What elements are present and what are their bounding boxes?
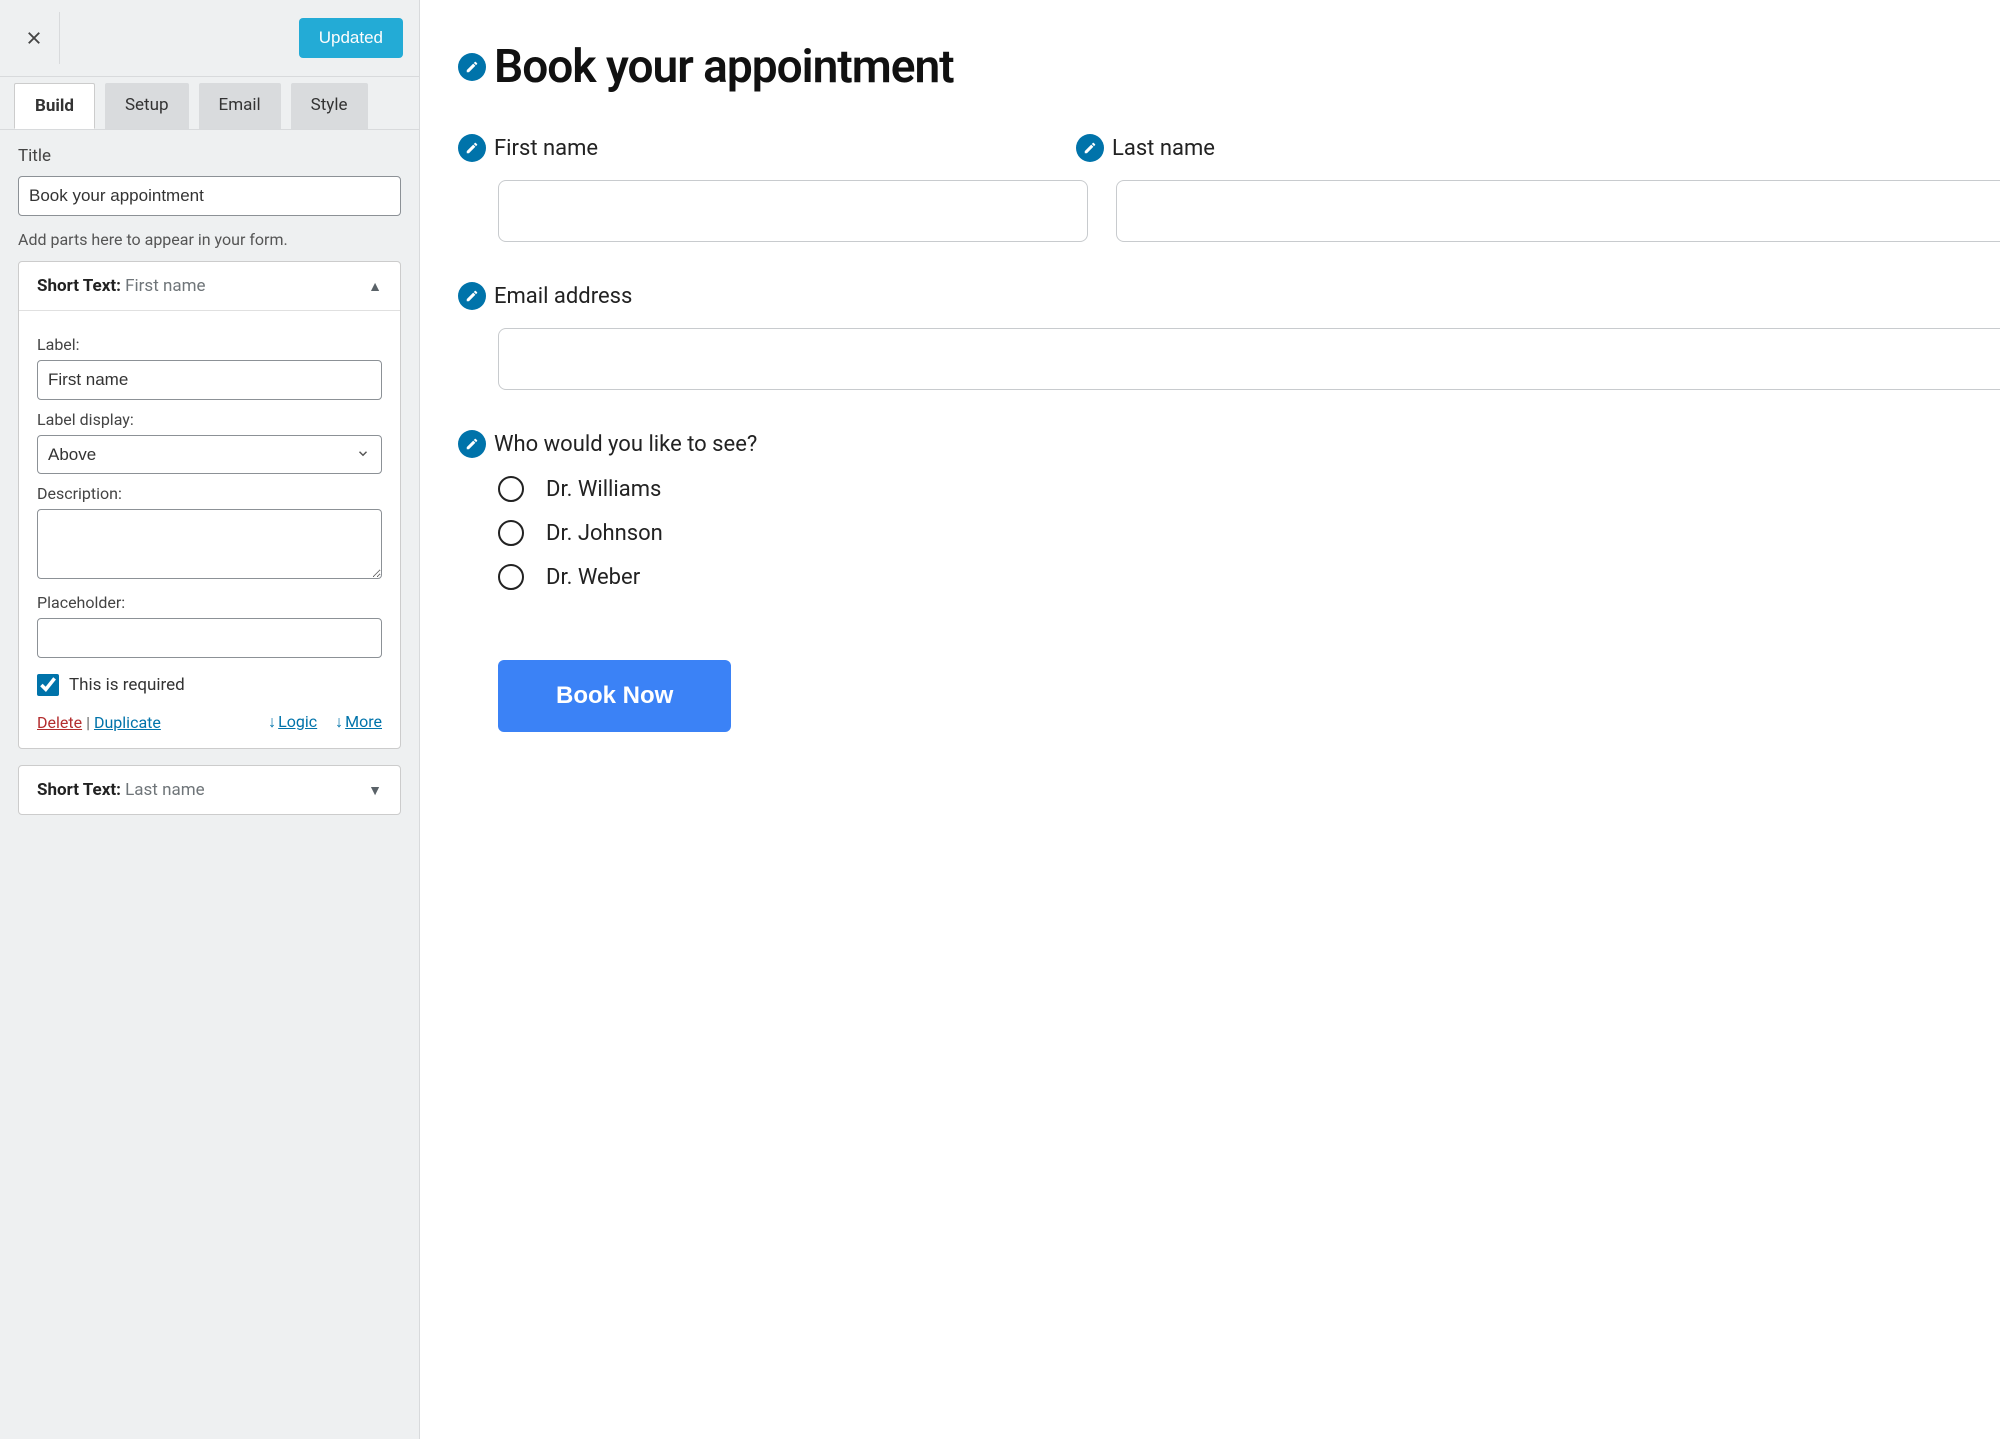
description-textarea[interactable] (37, 509, 382, 579)
label-display-label: Label display: (37, 410, 382, 429)
logic-link[interactable]: ↓Logic (268, 712, 317, 731)
radio-icon (498, 564, 524, 590)
radio-option[interactable]: Dr. Williams (498, 476, 2000, 502)
radio-option-label: Dr. Weber (546, 565, 640, 590)
radio-icon (498, 520, 524, 546)
pencil-icon (465, 437, 479, 451)
first-name-input[interactable] (498, 180, 1088, 242)
field-radio: Who would you like to see? Dr. Williams … (458, 430, 2000, 590)
edit-field-button[interactable] (458, 430, 486, 458)
builder-sidebar: Updated Build Setup Email Style Title Ad… (0, 0, 420, 1439)
radio-option-label: Dr. Johnson (546, 521, 663, 546)
placeholder-input[interactable] (37, 618, 382, 658)
delete-link[interactable]: Delete (37, 713, 82, 732)
submit-button[interactable]: Book Now (498, 660, 731, 732)
radio-icon (498, 476, 524, 502)
tab-setup[interactable]: Setup (105, 83, 189, 129)
field-last-name: Last name (1076, 134, 2000, 242)
pencil-icon (465, 60, 479, 74)
radio-question-label: Who would you like to see? (494, 432, 757, 457)
duplicate-link[interactable]: Duplicate (94, 713, 161, 732)
required-checkbox[interactable] (37, 674, 59, 696)
part-name: First name (125, 276, 205, 296)
title-section: Title Add parts here to appear in your f… (0, 130, 419, 847)
part-name: Last name (125, 780, 205, 800)
part-type-label: Short Text: (37, 780, 121, 800)
edit-field-button[interactable] (1076, 134, 1104, 162)
form-title: Book your appointment (494, 40, 954, 94)
field-email: Email address (458, 282, 2000, 390)
part-first-name: Short Text: First name ▲ Label: Label di… (18, 261, 401, 749)
last-name-input[interactable] (1116, 180, 2000, 242)
edit-field-button[interactable] (458, 134, 486, 162)
close-button[interactable] (8, 12, 60, 64)
chevron-up-icon: ▲ (368, 278, 382, 295)
description-label: Description: (37, 484, 382, 503)
part-first-name-body: Label: Label display: Above Description:… (19, 310, 400, 748)
radio-option[interactable]: Dr. Weber (498, 564, 2000, 590)
tab-build[interactable]: Build (14, 83, 95, 129)
placeholder-label: Placeholder: (37, 593, 382, 612)
part-last-name: Short Text: Last name ▼ (18, 765, 401, 815)
chevron-down-icon: ▼ (368, 782, 382, 799)
title-input[interactable] (18, 176, 401, 216)
form-preview: Book your appointment First name Last na… (420, 0, 2000, 1439)
updated-button[interactable]: Updated (299, 18, 403, 58)
label-input[interactable] (37, 360, 382, 400)
email-label: Email address (494, 284, 632, 309)
radio-option[interactable]: Dr. Johnson (498, 520, 2000, 546)
title-label: Title (18, 146, 401, 166)
edit-field-button[interactable] (458, 282, 486, 310)
label-display-select[interactable]: Above (37, 435, 382, 474)
parts-hint: Add parts here to appear in your form. (18, 230, 401, 249)
tab-email[interactable]: Email (199, 83, 281, 129)
required-label: This is required (69, 675, 185, 695)
first-name-label: First name (494, 136, 598, 161)
pencil-icon (1083, 141, 1097, 155)
close-icon (25, 29, 43, 47)
email-input[interactable] (498, 328, 2000, 390)
label-label: Label: (37, 335, 382, 354)
edit-title-button[interactable] (458, 53, 486, 81)
last-name-label: Last name (1112, 136, 1215, 161)
radio-option-label: Dr. Williams (546, 477, 661, 502)
arrow-down-icon: ↓ (335, 712, 343, 732)
part-last-name-header[interactable]: Short Text: Last name ▼ (19, 766, 400, 814)
pencil-icon (465, 289, 479, 303)
tabs: Build Setup Email Style (0, 77, 419, 129)
field-first-name: First name (458, 134, 1048, 242)
part-type-label: Short Text: (37, 276, 121, 296)
more-link[interactable]: ↓More (335, 712, 382, 731)
pencil-icon (465, 141, 479, 155)
sidebar-toolbar: Updated (0, 0, 419, 77)
part-first-name-header[interactable]: Short Text: First name ▲ (19, 262, 400, 310)
arrow-down-icon: ↓ (268, 712, 276, 732)
tab-style[interactable]: Style (291, 83, 368, 129)
